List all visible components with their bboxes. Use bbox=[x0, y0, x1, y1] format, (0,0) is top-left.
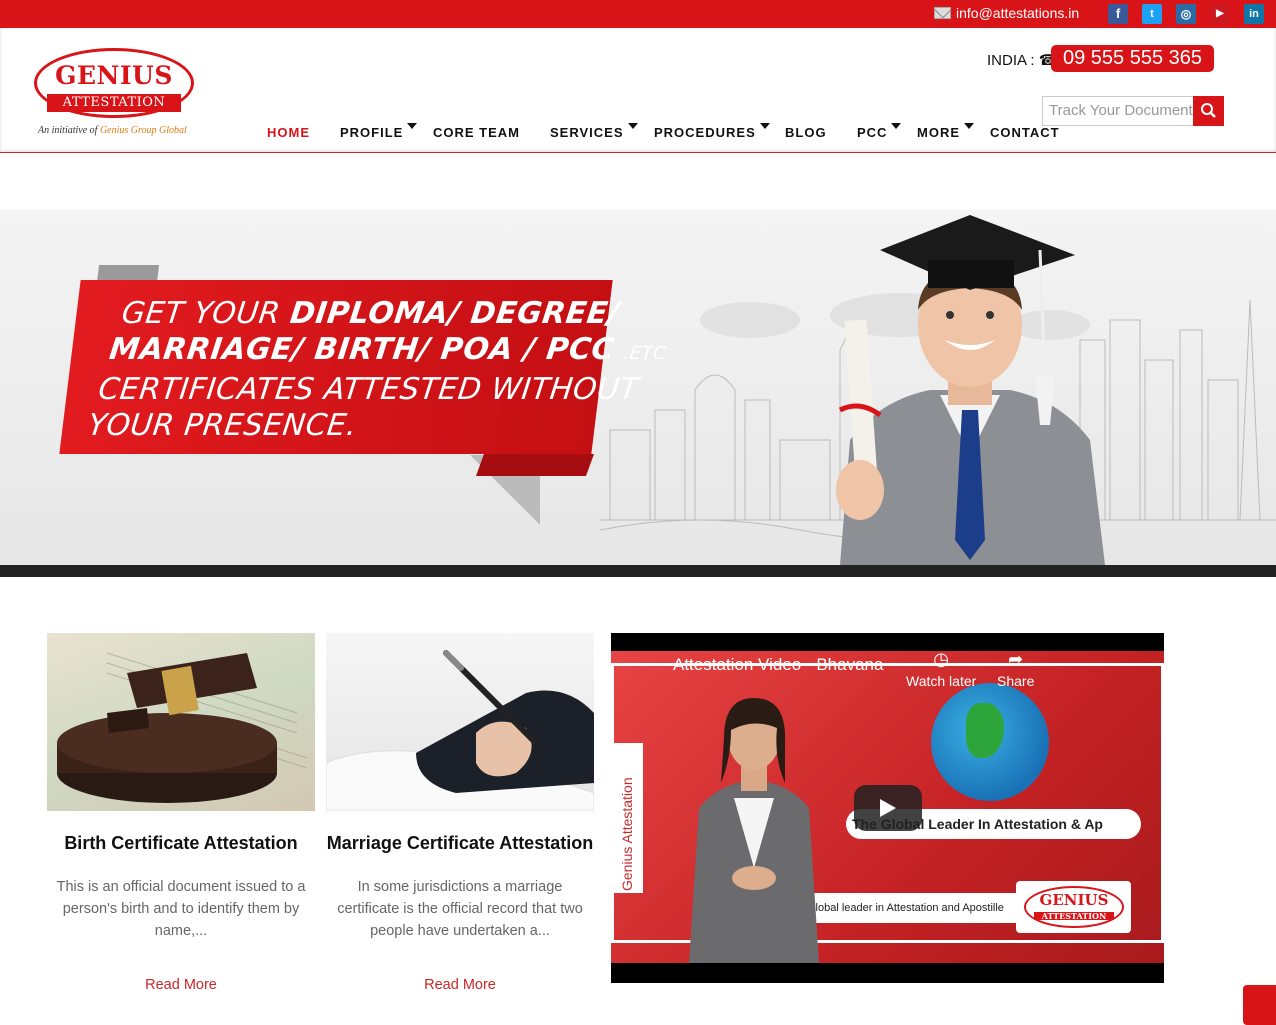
site-header: GENIUS ATTESTATION An initiative of Geni… bbox=[0, 28, 1276, 153]
share-icon: ➦ bbox=[1008, 649, 1024, 669]
service-card-birth: Birth Certificate Attestation This is an… bbox=[47, 633, 315, 993]
chat-widget-button[interactable] bbox=[1243, 985, 1276, 1025]
envelope-icon bbox=[934, 7, 951, 19]
video-logo: GENIUS ATTESTATION bbox=[1016, 881, 1131, 933]
video-side-text: Genius Attestation bbox=[619, 777, 635, 891]
email-link[interactable]: info@attestations.in bbox=[934, 5, 1079, 21]
chevron-down-icon bbox=[964, 123, 974, 129]
card-excerpt: In some jurisdictions a marriage certifi… bbox=[337, 879, 583, 939]
logo-text-genius: GENIUS bbox=[55, 61, 173, 90]
track-search-button[interactable] bbox=[1193, 96, 1224, 126]
read-more-link[interactable]: Read More bbox=[326, 977, 594, 993]
banner-etc: .ETC bbox=[622, 343, 668, 364]
search-icon bbox=[1201, 103, 1216, 118]
facebook-icon[interactable]: f bbox=[1108, 4, 1128, 24]
nav-contact[interactable]: CONTACT bbox=[990, 125, 1060, 140]
phone-label: INDIA : ☎ bbox=[987, 51, 1057, 69]
linkedin-icon[interactable]: in bbox=[1244, 4, 1264, 24]
card-excerpt: This is an official document issued to a… bbox=[56, 879, 306, 939]
graduate-photo bbox=[836, 215, 1105, 565]
nav-procedures[interactable]: PROCEDURES bbox=[654, 125, 756, 140]
tagline-prefix: An initiative of bbox=[38, 125, 98, 136]
chevron-down-icon bbox=[760, 123, 770, 129]
video-player[interactable]: Genius Attestation The Global Leader In … bbox=[611, 633, 1164, 983]
tagline-brand: Genius Group Global bbox=[99, 125, 187, 136]
banner-headline: GET YOUR DIPLOMA/ DEGREE/ MARRIAGE/ BIRT… bbox=[86, 296, 673, 444]
gavel-certificate-image[interactable] bbox=[47, 633, 315, 811]
top-bar: info@attestations.in f t ◎ ▶ in bbox=[0, 0, 1276, 28]
presenter-image bbox=[689, 698, 819, 963]
logo-text-attestation: ATTESTATION bbox=[47, 94, 181, 112]
chevron-down-icon bbox=[891, 123, 901, 129]
phone-number[interactable]: 09 555 555 365 bbox=[1051, 45, 1214, 72]
watch-later-button[interactable]: ◷ Watch later bbox=[906, 649, 976, 689]
video-slide-sub: Global leader in Attestation and Apostil… bbox=[801, 893, 1016, 923]
ribbon-tail bbox=[475, 454, 595, 476]
signing-document-image[interactable] bbox=[326, 633, 594, 811]
nav-services[interactable]: SERVICES bbox=[550, 125, 624, 140]
service-card-marriage: Marriage Certificate Attestation In some… bbox=[326, 633, 594, 993]
video-title[interactable]: Attestation Video - Bhavana bbox=[673, 655, 883, 675]
nav-profile[interactable]: PROFILE bbox=[340, 125, 403, 140]
video-logo-text: GENIUS bbox=[1039, 891, 1109, 909]
chevron-down-icon bbox=[407, 123, 417, 129]
banner-line3: CERTIFICATES ATTESTED WITHOUT bbox=[96, 372, 641, 407]
instagram-icon[interactable]: ◎ bbox=[1176, 4, 1196, 24]
banner-bottom-strip bbox=[0, 565, 1276, 577]
logo-tagline: An initiative of Genius Group Global bbox=[38, 125, 187, 136]
youtube-icon[interactable]: ▶ bbox=[1210, 4, 1230, 24]
banner-line4: YOUR PRESENCE. bbox=[86, 408, 359, 443]
email-text: info@attestations.in bbox=[956, 5, 1080, 21]
nav-pcc[interactable]: PCC bbox=[857, 125, 887, 140]
nav-blog[interactable]: BLOG bbox=[785, 125, 827, 140]
share-label: Share bbox=[997, 673, 1035, 689]
nav-home[interactable]: HOME bbox=[267, 125, 310, 140]
banner-line2: MARRIAGE/ BIRTH/ POA / PCC bbox=[107, 332, 617, 367]
read-more-link[interactable]: Read More bbox=[47, 977, 315, 993]
play-button[interactable] bbox=[854, 785, 922, 831]
phone-country: INDIA : bbox=[987, 52, 1035, 69]
hero-banner[interactable]: GET YOUR DIPLOMA/ DEGREE/ MARRIAGE/ BIRT… bbox=[0, 210, 1276, 577]
chevron-down-icon bbox=[628, 123, 638, 129]
nav-core-team[interactable]: CORE TEAM bbox=[433, 125, 520, 140]
video-logo-sub: ATTESTATION bbox=[1034, 912, 1114, 920]
share-button[interactable]: ➦ Share bbox=[997, 649, 1034, 689]
twitter-icon[interactable]: t bbox=[1142, 4, 1162, 24]
site-logo[interactable]: GENIUS ATTESTATION bbox=[34, 48, 194, 118]
card-title[interactable]: Marriage Certificate Attestation bbox=[326, 833, 594, 854]
clock-icon: ◷ bbox=[933, 649, 949, 669]
watch-later-label: Watch later bbox=[906, 673, 977, 689]
globe-graphic bbox=[931, 683, 1049, 801]
banner-line1b: DIPLOMA/ DEGREE/ bbox=[288, 296, 622, 331]
nav-more[interactable]: MORE bbox=[917, 125, 960, 140]
track-document-input[interactable]: Track Your Document bbox=[1042, 96, 1194, 126]
video-side-label: Genius Attestation bbox=[613, 743, 643, 893]
card-title[interactable]: Birth Certificate Attestation bbox=[47, 833, 315, 854]
banner-line1a: GET YOUR bbox=[119, 296, 283, 331]
